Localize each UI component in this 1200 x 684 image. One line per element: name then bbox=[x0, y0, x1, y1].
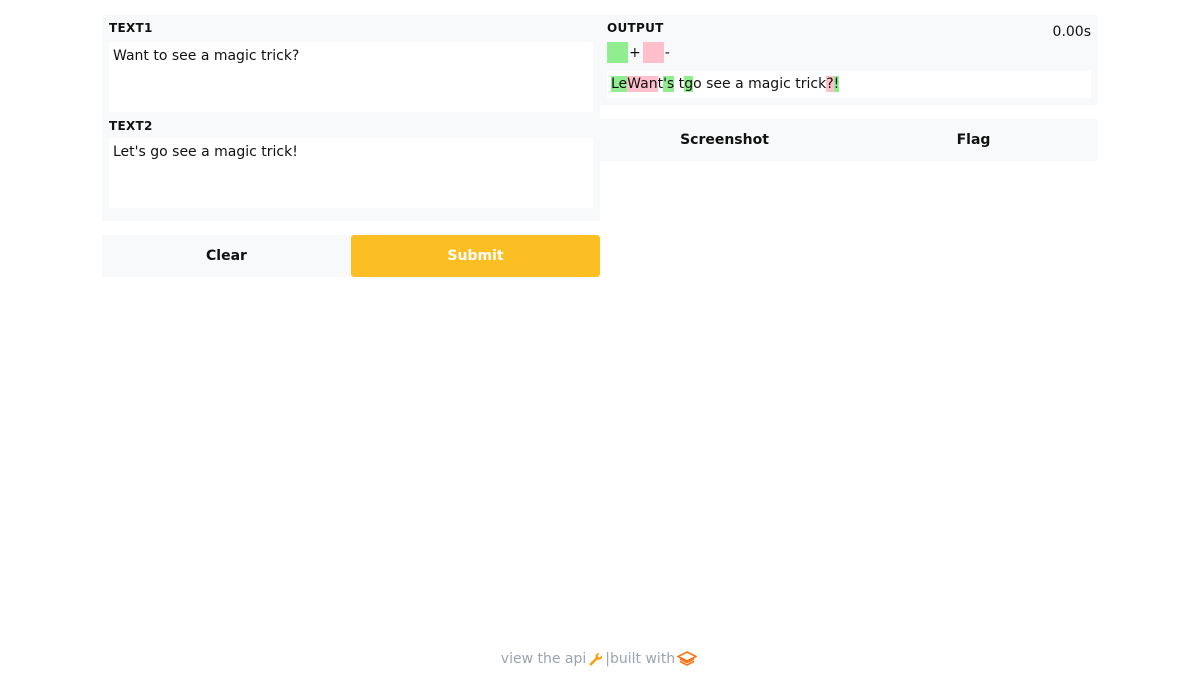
output-label: OUTPUT bbox=[607, 21, 664, 35]
flag-button[interactable]: Flag bbox=[849, 119, 1098, 161]
built-with-label: built with bbox=[610, 651, 676, 667]
removed-symbol: - bbox=[664, 44, 670, 61]
timer: 0.00s bbox=[1052, 24, 1091, 40]
gradio-logo-icon bbox=[677, 651, 698, 667]
output-panel: OUTPUT 0.00s + - LeWant's tgo see a magi… bbox=[600, 15, 1098, 105]
clear-button[interactable]: Clear bbox=[102, 235, 351, 277]
wrench-icon bbox=[588, 652, 603, 667]
screenshot-button[interactable]: Screenshot bbox=[600, 119, 849, 161]
diff-segment-added: ! bbox=[833, 76, 840, 92]
diff-segment-added: Le bbox=[611, 76, 628, 92]
text2-input[interactable]: Let's go see a magic trick! bbox=[109, 138, 593, 208]
diff-legend: + - bbox=[607, 42, 671, 63]
submit-button[interactable]: Submit bbox=[351, 235, 600, 277]
diff-output: LeWant's tgo see a magic trick?! bbox=[607, 71, 1091, 98]
footer: view the api | built with bbox=[0, 648, 1200, 670]
text2-label: TEXT2 bbox=[109, 119, 153, 133]
added-swatch bbox=[607, 42, 628, 63]
diff-segment-same: o see a magic trick bbox=[693, 76, 827, 92]
removed-swatch bbox=[642, 42, 664, 63]
added-symbol: + bbox=[629, 44, 641, 61]
diff-segment-added: 's bbox=[663, 76, 675, 92]
app: TEXT1 Want to see a magic trick? TEXT2 L… bbox=[0, 0, 1200, 684]
diff-segment-same: t bbox=[674, 76, 685, 92]
text1-label: TEXT1 bbox=[109, 21, 153, 35]
input-panel: TEXT1 Want to see a magic trick? TEXT2 L… bbox=[102, 15, 600, 221]
diff-segment-removed: Wan bbox=[627, 76, 658, 92]
view-api-label: view the api bbox=[500, 651, 587, 667]
built-with-link[interactable]: built with bbox=[610, 651, 699, 667]
diff-segment-added: g bbox=[684, 76, 694, 92]
text1-input[interactable]: Want to see a magic trick? bbox=[109, 42, 593, 112]
diff-segment-removed: ? bbox=[826, 76, 834, 92]
view-api-link[interactable]: view the api bbox=[501, 651, 605, 667]
